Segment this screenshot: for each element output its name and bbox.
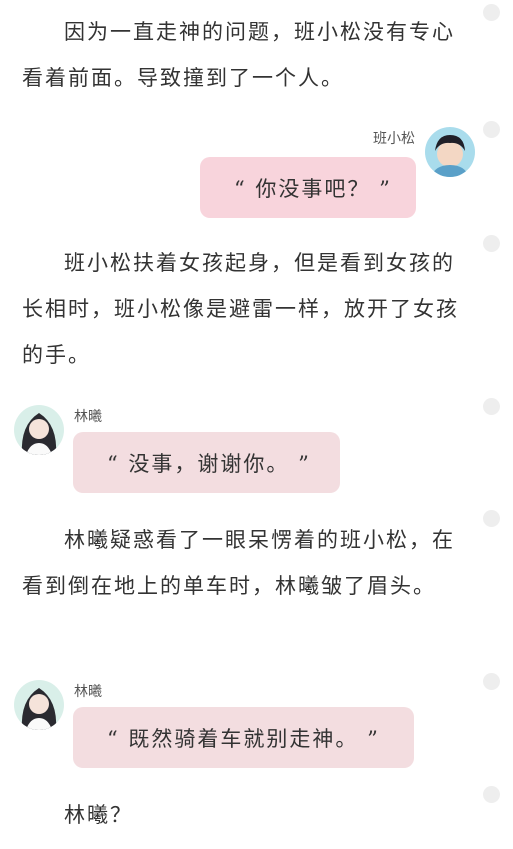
girl-avatar[interactable] xyxy=(14,680,64,730)
paragraph-comment-dot[interactable] xyxy=(483,510,500,527)
speaker-name: 林曦 xyxy=(74,684,102,700)
chat-bubble-text: “ 既然骑着车就别走神。 ” xyxy=(107,726,380,751)
story-paragraph: 林曦疑惑看了一眼呆愣着的班小松，在看到倒在地上的单车时，林曦皱了眉头。 xyxy=(22,528,455,598)
girl-avatar[interactable] xyxy=(14,405,64,455)
paragraph-comment-dot[interactable] xyxy=(483,4,500,21)
paragraph-comment-dot[interactable] xyxy=(483,786,500,803)
speaker-name: 林曦 xyxy=(74,409,102,425)
paragraph-comment-dot[interactable] xyxy=(483,673,500,690)
chat-bubble: “ 没事，谢谢你。 ” xyxy=(73,432,340,493)
story-paragraph: 林曦？ xyxy=(64,803,133,827)
chat-bubble: “ 既然骑着车就别走神。 ” xyxy=(73,707,414,768)
paragraph-comment-dot[interactable] xyxy=(483,235,500,252)
speaker-name: 班小松 xyxy=(373,131,415,147)
story-paragraph: 班小松扶着女孩起身，但是看到女孩的长相时，班小松像是避雷一样，放开了女孩的手。 xyxy=(22,251,459,367)
chat-bubble: “ 你没事吧？ ” xyxy=(200,157,416,218)
story-paragraph: 因为一直走神的问题，班小松没有专心看着前面。导致撞到了一个人。 xyxy=(22,20,455,90)
boy-avatar[interactable] xyxy=(425,127,475,177)
paragraph-comment-dot[interactable] xyxy=(483,398,500,415)
chat-bubble-text: “ 没事，谢谢你。 ” xyxy=(107,451,311,476)
chat-bubble-text: “ 你没事吧？ ” xyxy=(234,176,392,201)
paragraph-comment-dot[interactable] xyxy=(483,121,500,138)
